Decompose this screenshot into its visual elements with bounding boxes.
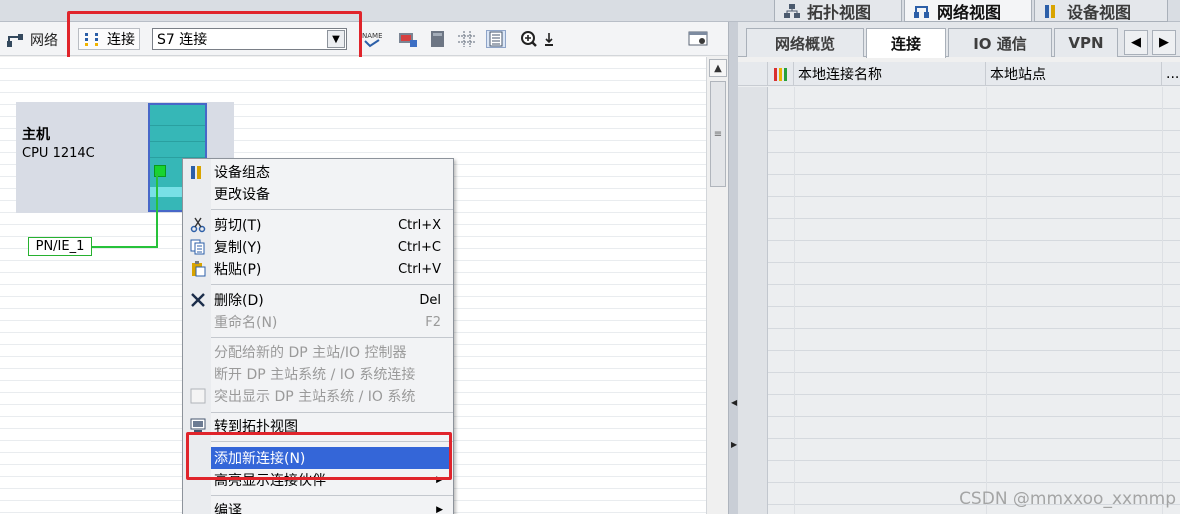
- menu-separator: [211, 412, 453, 413]
- menu-separator: [211, 284, 453, 285]
- panel-splitter[interactable]: ◀ ▶: [728, 22, 738, 514]
- menu-item-cut[interactable]: 剪切(T) Ctrl+X: [183, 214, 453, 236]
- menu-item-rename[interactable]: 重命名(N) F2: [183, 311, 453, 333]
- tab-network-view-label: 网络视图: [937, 2, 1002, 22]
- tab-device-view[interactable]: 设备视图: [1034, 0, 1168, 22]
- properties-panel-icon[interactable]: [688, 30, 708, 48]
- menu-separator: [211, 495, 453, 496]
- network-link-vertical: [156, 173, 158, 247]
- tab-io-communication[interactable]: IO 通信: [948, 28, 1052, 57]
- menu-item-delete[interactable]: 删除(D) Del: [183, 289, 453, 311]
- menu-item-compile[interactable]: 编译 ▶: [183, 499, 453, 514]
- col-local-station[interactable]: 本地站点: [986, 62, 1162, 86]
- menu-item-label: 剪切(T): [214, 218, 262, 234]
- device-icon: [1043, 3, 1061, 19]
- menu-item-device-config[interactable]: 设备组态: [183, 161, 453, 183]
- menu-item-label: 设备组态: [214, 165, 270, 181]
- menu-item-disconnect-dp-system[interactable]: 断开 DP 主站系统 / IO 系统连接: [183, 363, 453, 385]
- menu-item-shortcut: Ctrl+V: [398, 261, 441, 277]
- delete-icon: [189, 292, 206, 308]
- menu-item-label: 断开 DP 主站系统 / IO 系统连接: [214, 367, 416, 383]
- tab-network-overview[interactable]: 网络概览: [746, 28, 864, 57]
- column-divider: [794, 87, 795, 514]
- menu-separator: [211, 209, 453, 210]
- name-edit-icon[interactable]: NAME: [362, 30, 383, 48]
- tab-vpn[interactable]: VPN: [1054, 28, 1118, 57]
- menu-item-label: 重命名(N): [214, 315, 278, 331]
- tab-topology-view-label: 拓扑视图: [807, 2, 872, 22]
- download-icon[interactable]: [543, 30, 563, 48]
- scroll-up-icon[interactable]: ▲: [709, 59, 727, 77]
- submenu-arrow-icon: ▶: [436, 505, 443, 514]
- tab-network-view[interactable]: 网络视图: [904, 0, 1032, 22]
- network-mode-icon: [7, 34, 23, 47]
- table-corner: [738, 62, 768, 86]
- menu-item-assign-dp-master[interactable]: 分配给新的 DP 主站/IO 控制器: [183, 341, 453, 363]
- network-icon: [913, 3, 931, 19]
- col-more[interactable]: ...: [1162, 62, 1180, 86]
- row-header-column: [738, 87, 768, 514]
- scroll-thumb[interactable]: ≡: [710, 81, 726, 187]
- module-stripe: [150, 125, 205, 126]
- column-divider: [1162, 87, 1163, 514]
- topology-icon: [783, 3, 801, 19]
- menu-item-copy[interactable]: 复制(Y) Ctrl+C: [183, 236, 453, 258]
- table-header: 本地连接名称 本地站点 ...: [738, 62, 1180, 86]
- tab-connections[interactable]: 连接: [866, 28, 946, 58]
- module-stripe: [150, 141, 205, 142]
- menu-item-label: 复制(Y): [214, 240, 262, 256]
- menu-item-paste[interactable]: 粘贴(P) Ctrl+V: [183, 258, 453, 280]
- menu-item-shortcut: Ctrl+C: [397, 239, 441, 255]
- menu-item-change-device[interactable]: 更改设备: [183, 183, 453, 205]
- module-icon[interactable]: [428, 30, 448, 48]
- tab-scroll-left-icon[interactable]: ◀: [1124, 30, 1148, 55]
- grid-icon[interactable]: [457, 30, 477, 48]
- table-view-icon[interactable]: [486, 30, 506, 48]
- tab-topology-view[interactable]: 拓扑视图: [774, 0, 902, 22]
- connection-status-icon[interactable]: [768, 62, 794, 86]
- menu-item-shortcut: Del: [419, 292, 441, 308]
- expand-right-icon[interactable]: ▶: [731, 440, 737, 449]
- col-local-connection-name[interactable]: 本地连接名称: [794, 62, 986, 86]
- menu-item-label: 分配给新的 DP 主站/IO 控制器: [214, 345, 407, 361]
- menu-item-label: 删除(D): [214, 293, 264, 309]
- connections-table: 本地连接名称 本地站点 ...: [738, 62, 1180, 514]
- menu-item-label: 粘贴(P): [214, 262, 262, 278]
- canvas-scrollbar[interactable]: ▲ ≡: [706, 57, 728, 514]
- menu-item-shortcut: F2: [425, 314, 441, 330]
- device-name: 主机: [22, 127, 50, 143]
- overview-tab-strip: 网络概览 连接 IO 通信 VPN ◀ ▶: [738, 22, 1180, 58]
- collapse-left-icon[interactable]: ◀: [731, 398, 737, 407]
- table-body: [738, 87, 1180, 514]
- svg-text:NAME: NAME: [362, 32, 382, 40]
- copy-icon: [189, 239, 206, 255]
- menu-item-label: 突出显示 DP 主站系统 / IO 系统: [214, 389, 416, 405]
- menu-separator: [211, 337, 453, 338]
- display-address-icon[interactable]: [398, 30, 418, 48]
- tab-device-view-label: 设备视图: [1067, 2, 1132, 22]
- menu-highlight-box: [186, 432, 452, 480]
- tab-scroll-right-icon[interactable]: ▶: [1152, 30, 1176, 55]
- device-config-icon: [189, 164, 206, 180]
- zoom-in-icon[interactable]: [520, 30, 540, 48]
- network-mode-label: 网络: [30, 33, 58, 49]
- menu-item-label: 更改设备: [214, 187, 270, 203]
- network-link-horizontal: [92, 246, 158, 248]
- menu-item-shortcut: Ctrl+X: [398, 217, 441, 233]
- watermark: CSDN @mmxxoo_xxmmp: [959, 489, 1176, 509]
- device-cpu: CPU 1214C: [22, 146, 95, 161]
- column-divider: [986, 87, 987, 514]
- network-subnet-label[interactable]: PN/IE_1: [28, 237, 92, 256]
- scissors-icon: [189, 217, 206, 233]
- menu-item-highlight-dp-system[interactable]: 突出显示 DP 主站系统 / IO 系统: [183, 385, 453, 407]
- checkbox-icon: [189, 388, 206, 404]
- paste-icon: [189, 261, 206, 277]
- menu-item-label: 编译: [214, 503, 242, 514]
- network-mode-button[interactable]: 网络: [6, 30, 58, 50]
